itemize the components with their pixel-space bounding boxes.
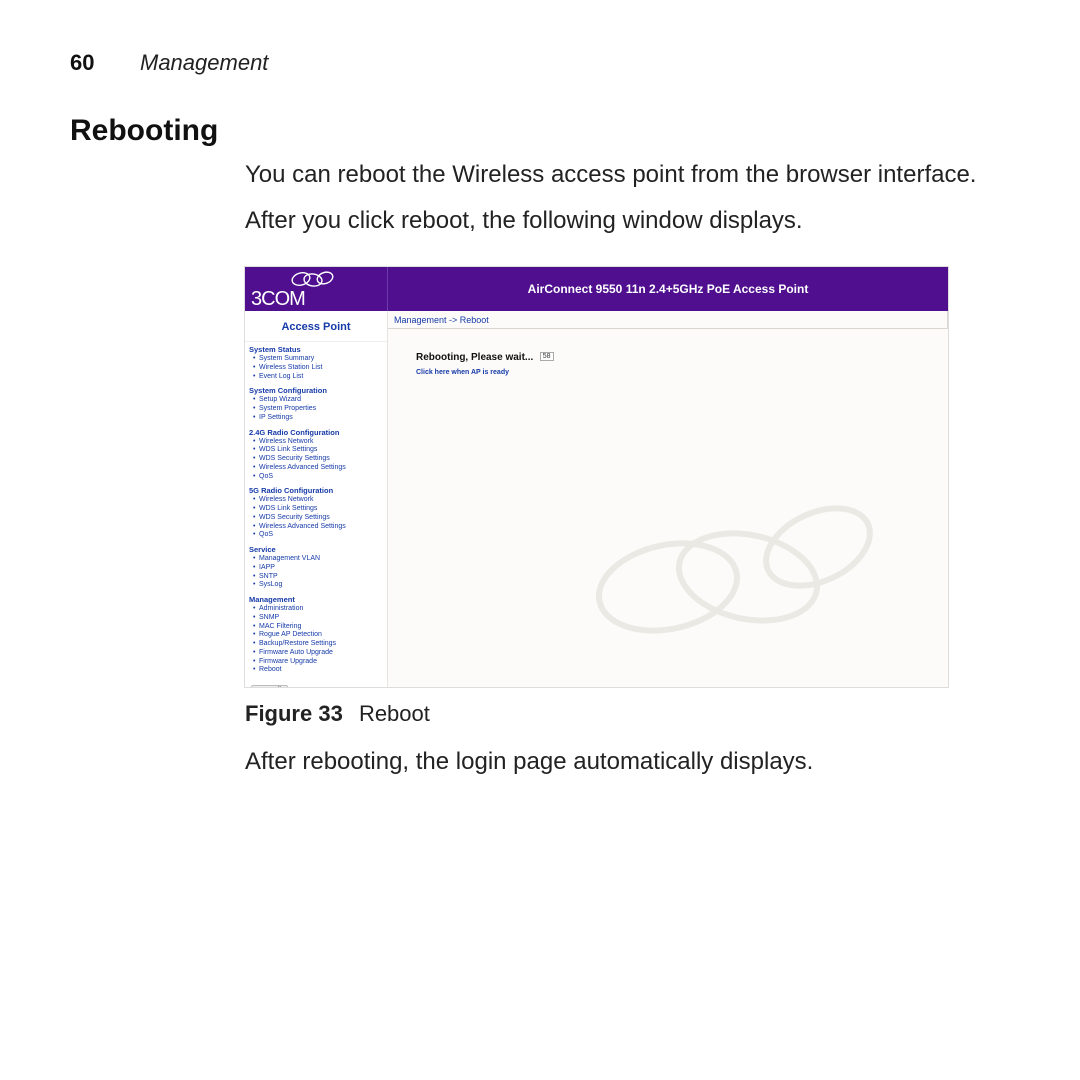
body-paragraph: You can reboot the Wireless access point… xyxy=(245,158,1010,192)
nav-link[interactable]: SNTP xyxy=(253,573,387,582)
body-paragraph: After rebooting, the login page automati… xyxy=(245,745,1010,779)
logoff-wrap: Log Off xyxy=(251,679,387,687)
body-block: After rebooting, the login page automati… xyxy=(245,745,1010,779)
nav-link[interactable]: WDS Security Settings xyxy=(253,514,387,523)
nav-link[interactable]: IP Settings xyxy=(253,414,387,423)
nav-link[interactable]: MAC Filtering xyxy=(253,623,387,632)
nav-link[interactable]: System Summary xyxy=(253,355,387,364)
nav-link[interactable]: Wireless Station List xyxy=(253,364,387,373)
nav-section-system-status: System Status xyxy=(245,342,387,355)
nav-link[interactable]: Firmware Auto Upgrade xyxy=(253,649,387,658)
screenshot-header: 3COM AirConnect 9550 11n 2.4+5GHz PoE Ac… xyxy=(245,267,948,311)
content-pane: Management -> Reboot Rebooting, Please w… xyxy=(388,311,948,687)
nav-link[interactable]: QoS xyxy=(253,473,387,482)
nav-link[interactable]: Setup Wizard xyxy=(253,396,387,405)
chapter-title: Management xyxy=(140,50,268,76)
rings-icon xyxy=(289,269,337,289)
brand-text: 3COM xyxy=(251,288,305,311)
nav-section-24g: 2.4G Radio Configuration xyxy=(245,425,387,438)
nav-link[interactable]: Wireless Network xyxy=(253,438,387,447)
ap-ready-link[interactable]: Click here when AP is ready xyxy=(416,369,948,376)
figure-caption: Figure 33 Reboot xyxy=(245,701,1010,727)
figure-label: Figure 33 xyxy=(245,701,343,726)
nav-section-5g: 5G Radio Configuration xyxy=(245,483,387,496)
nav-link[interactable]: Backup/Restore Settings xyxy=(253,640,387,649)
screenshot-body: Access Point System Status System Summar… xyxy=(245,311,948,687)
nav-link[interactable]: Administration xyxy=(253,605,387,614)
nav-section-system-config: System Configuration xyxy=(245,383,387,396)
section-heading: Rebooting xyxy=(70,114,1010,148)
nav-link[interactable]: Event Log List xyxy=(253,373,387,382)
running-header: 60 Management xyxy=(70,50,1010,76)
nav-link[interactable]: SNMP xyxy=(253,614,387,623)
nav-section-management: Management xyxy=(245,592,387,605)
nav-link[interactable]: Wireless Advanced Settings xyxy=(253,464,387,473)
breadcrumb: Management -> Reboot xyxy=(388,311,948,329)
nav-link[interactable]: Management VLAN xyxy=(253,555,387,564)
nav-link[interactable]: Rogue AP Detection xyxy=(253,631,387,640)
reboot-message: Rebooting, Please wait... xyxy=(416,352,533,363)
body-paragraph: After you click reboot, the following wi… xyxy=(245,204,1010,238)
watermark-rings-icon xyxy=(568,457,888,657)
nav-link[interactable]: WDS Link Settings xyxy=(253,446,387,455)
device-banner: AirConnect 9550 11n 2.4+5GHz PoE Access … xyxy=(387,267,948,311)
nav-section-service: Service xyxy=(245,542,387,555)
nav-link[interactable]: WDS Link Settings xyxy=(253,505,387,514)
brand-logo-cell: 3COM xyxy=(245,267,387,311)
logoff-button[interactable]: Log Off xyxy=(251,685,288,687)
page-number: 60 xyxy=(70,50,110,76)
reboot-countdown: 58 xyxy=(540,352,554,361)
body-block: You can reboot the Wireless access point… xyxy=(245,158,1010,237)
nav-link[interactable]: WDS Security Settings xyxy=(253,455,387,464)
nav-link[interactable]: Wireless Advanced Settings xyxy=(253,523,387,532)
figure-title: Reboot xyxy=(359,701,430,726)
nav-link[interactable]: QoS xyxy=(253,531,387,540)
nav-link[interactable]: Firmware Upgrade xyxy=(253,658,387,667)
nav-link[interactable]: Reboot xyxy=(253,666,387,675)
reboot-status: Rebooting, Please wait... 58 Click here … xyxy=(416,347,948,376)
screenshot-figure: 3COM AirConnect 9550 11n 2.4+5GHz PoE Ac… xyxy=(245,267,948,687)
nav-sidebar: Access Point System Status System Summar… xyxy=(245,311,388,687)
document-page: 60 Management Rebooting You can reboot t… xyxy=(0,0,1080,1080)
nav-link[interactable]: System Properties xyxy=(253,405,387,414)
nav-link[interactable]: Wireless Network xyxy=(253,496,387,505)
sidebar-title: Access Point xyxy=(245,315,387,342)
nav-link[interactable]: SysLog xyxy=(253,581,387,590)
nav-link[interactable]: IAPP xyxy=(253,564,387,573)
